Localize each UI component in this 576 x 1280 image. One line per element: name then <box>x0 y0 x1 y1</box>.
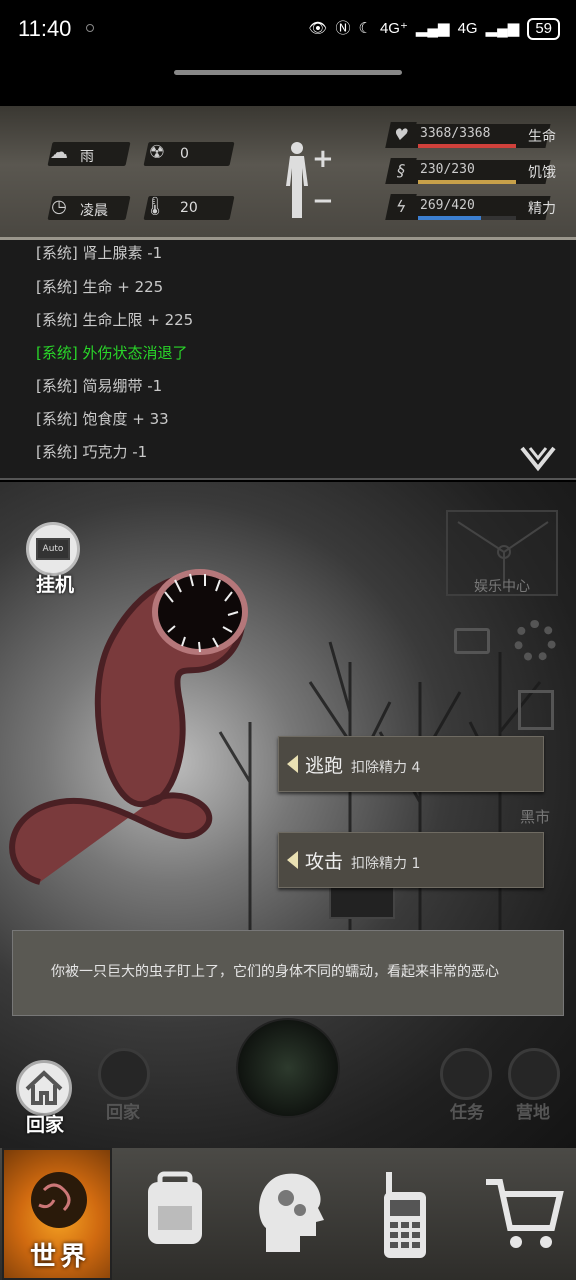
flee-button[interactable]: 逃跑 扣除精力 4 <box>278 736 544 792</box>
stat-name: 饥饿 <box>528 165 556 181</box>
stat-value: 230/230 <box>420 162 475 177</box>
drag-handle[interactable] <box>174 70 402 75</box>
radiation-value: 0 <box>180 146 189 162</box>
stat-energy: ϟ 269/420 精力 <box>385 194 568 220</box>
camp-label[interactable]: 营地 <box>516 1098 550 1123</box>
status-icons: 👁 Ⓝ ☾ 4G⁺ ▂▄▆ 4G ▂▄▆ 59 <box>308 18 560 40</box>
mail-icon[interactable] <box>454 628 490 654</box>
rain-cloud-icon: ☁ <box>50 142 68 163</box>
home-icon-dim <box>98 1048 150 1100</box>
action-label: 攻击 <box>305 851 344 873</box>
plus-icon: + <box>312 144 334 174</box>
auto-label: 挂机 <box>36 574 75 596</box>
eye-icon: 👁 <box>308 20 328 37</box>
nav-skills[interactable] <box>234 1148 344 1280</box>
gift-icon[interactable] <box>518 690 554 730</box>
event-description-box: 你被一只巨大的虫子盯上了，它们的身体不同的蠕动，看起来非常的恶心 <box>12 930 564 1016</box>
shopping-cart-icon <box>486 1179 564 1248</box>
bottom-nav: 世界 <box>0 1148 576 1280</box>
log-line: [系统] 肾上腺素 -1 <box>36 244 163 262</box>
stat-fill <box>418 180 516 184</box>
stat-hunger: § 230/230 饥饿 <box>385 158 568 184</box>
status-time: 11:40 <box>18 16 72 41</box>
stat-name: 精力 <box>528 201 556 217</box>
giant-worm <box>9 569 248 885</box>
stat-fill <box>418 144 516 148</box>
nfc-icon: Ⓝ <box>335 20 351 37</box>
camp-icon[interactable] <box>508 1048 560 1100</box>
stat-value: 269/420 <box>420 198 475 213</box>
time-of-day-label: 凌晨 <box>80 203 108 219</box>
entertainment-center-label: 娱乐中心 <box>474 579 530 595</box>
dim-home-label: 回家 <box>106 1103 140 1123</box>
radiation-icon: ☢ <box>148 142 166 163</box>
house-icon <box>25 1070 63 1105</box>
backpack-icon <box>148 1171 202 1244</box>
log-line: [系统] 生命 + 225 <box>36 278 164 296</box>
signal-1-icon: 4G⁺ <box>379 20 408 37</box>
home-label: 回家 <box>26 1114 65 1136</box>
nav-radio[interactable] <box>350 1148 460 1280</box>
moon-icon: ☾ <box>358 20 372 37</box>
attack-button[interactable]: 攻击 扣除精力 1 <box>278 832 544 888</box>
globe-icon <box>31 1172 87 1228</box>
stat-value: 3368/3368 <box>420 126 491 141</box>
home-button[interactable] <box>16 1060 72 1116</box>
status-bar: 11:40 👁 Ⓝ ☾ 4G⁺ ▂▄▆ 4G ▂▄▆ 59 <box>0 0 576 62</box>
black-market-label[interactable]: 黑市 <box>520 806 550 827</box>
stats-header: ☁ 雨 ☢ 0 ◷ 凌晨 🌡 20 + − ♥ 3368/3368 生命 § 2… <box>0 106 576 240</box>
message-log[interactable]: [系统] 肾上腺素 -1 [系统] 生命 + 225 [系统] 生命上限 + 2… <box>0 240 576 480</box>
walkie-talkie-icon <box>384 1172 426 1258</box>
signal-bars-icon: ▂▄▆ <box>415 20 450 37</box>
log-line-highlight: [系统] 外伤状态消退了 <box>36 344 188 362</box>
notification-dot-icon <box>86 24 94 32</box>
portal-icon <box>236 1018 340 1118</box>
signal-2-icon: 4G <box>457 20 478 37</box>
clock-icon: ◷ <box>51 196 67 217</box>
nav-world[interactable]: 世界 <box>2 1148 112 1280</box>
minus-icon: − <box>312 186 334 216</box>
stat-name: 生命 <box>528 129 556 145</box>
gear-icon[interactable] <box>514 620 556 662</box>
head-gears-icon <box>259 1173 324 1252</box>
triangle-left-icon <box>287 755 298 773</box>
log-line: [系统] 生命上限 + 225 <box>36 311 194 329</box>
body-status-icon[interactable] <box>280 140 314 224</box>
log-line: [系统] 饱食度 + 33 <box>36 410 169 428</box>
signal-bars-2-icon: ▂▄▆ <box>485 20 520 37</box>
event-description: 你被一只巨大的虫子盯上了，它们的身体不同的蠕动，看起来非常的恶心 <box>51 964 499 980</box>
triangle-left-icon <box>287 851 298 869</box>
weather-label: 雨 <box>80 149 94 165</box>
chevron-down-icon[interactable] <box>520 446 556 472</box>
battery-icon: 59 <box>527 18 560 40</box>
thermometer-icon: 🌡 <box>143 196 167 217</box>
stat-health: ♥ 3368/3368 生命 <box>385 122 568 148</box>
action-cost: 扣除精力 1 <box>351 856 421 872</box>
laptop-icon: Auto <box>36 538 70 560</box>
nav-shop[interactable] <box>466 1148 576 1280</box>
log-line: [系统] 简易绷带 -1 <box>36 377 163 395</box>
nav-backpack[interactable] <box>118 1148 228 1280</box>
log-line: [系统] 巧克力 -1 <box>36 443 148 461</box>
stat-fill <box>418 216 481 220</box>
action-cost: 扣除精力 4 <box>351 760 421 776</box>
task-label[interactable]: 任务 <box>450 1098 484 1123</box>
task-icon[interactable] <box>440 1048 492 1100</box>
action-label: 逃跑 <box>305 755 344 777</box>
temperature-value: 20 <box>180 200 198 216</box>
nav-world-label: 世界 <box>30 1242 91 1272</box>
